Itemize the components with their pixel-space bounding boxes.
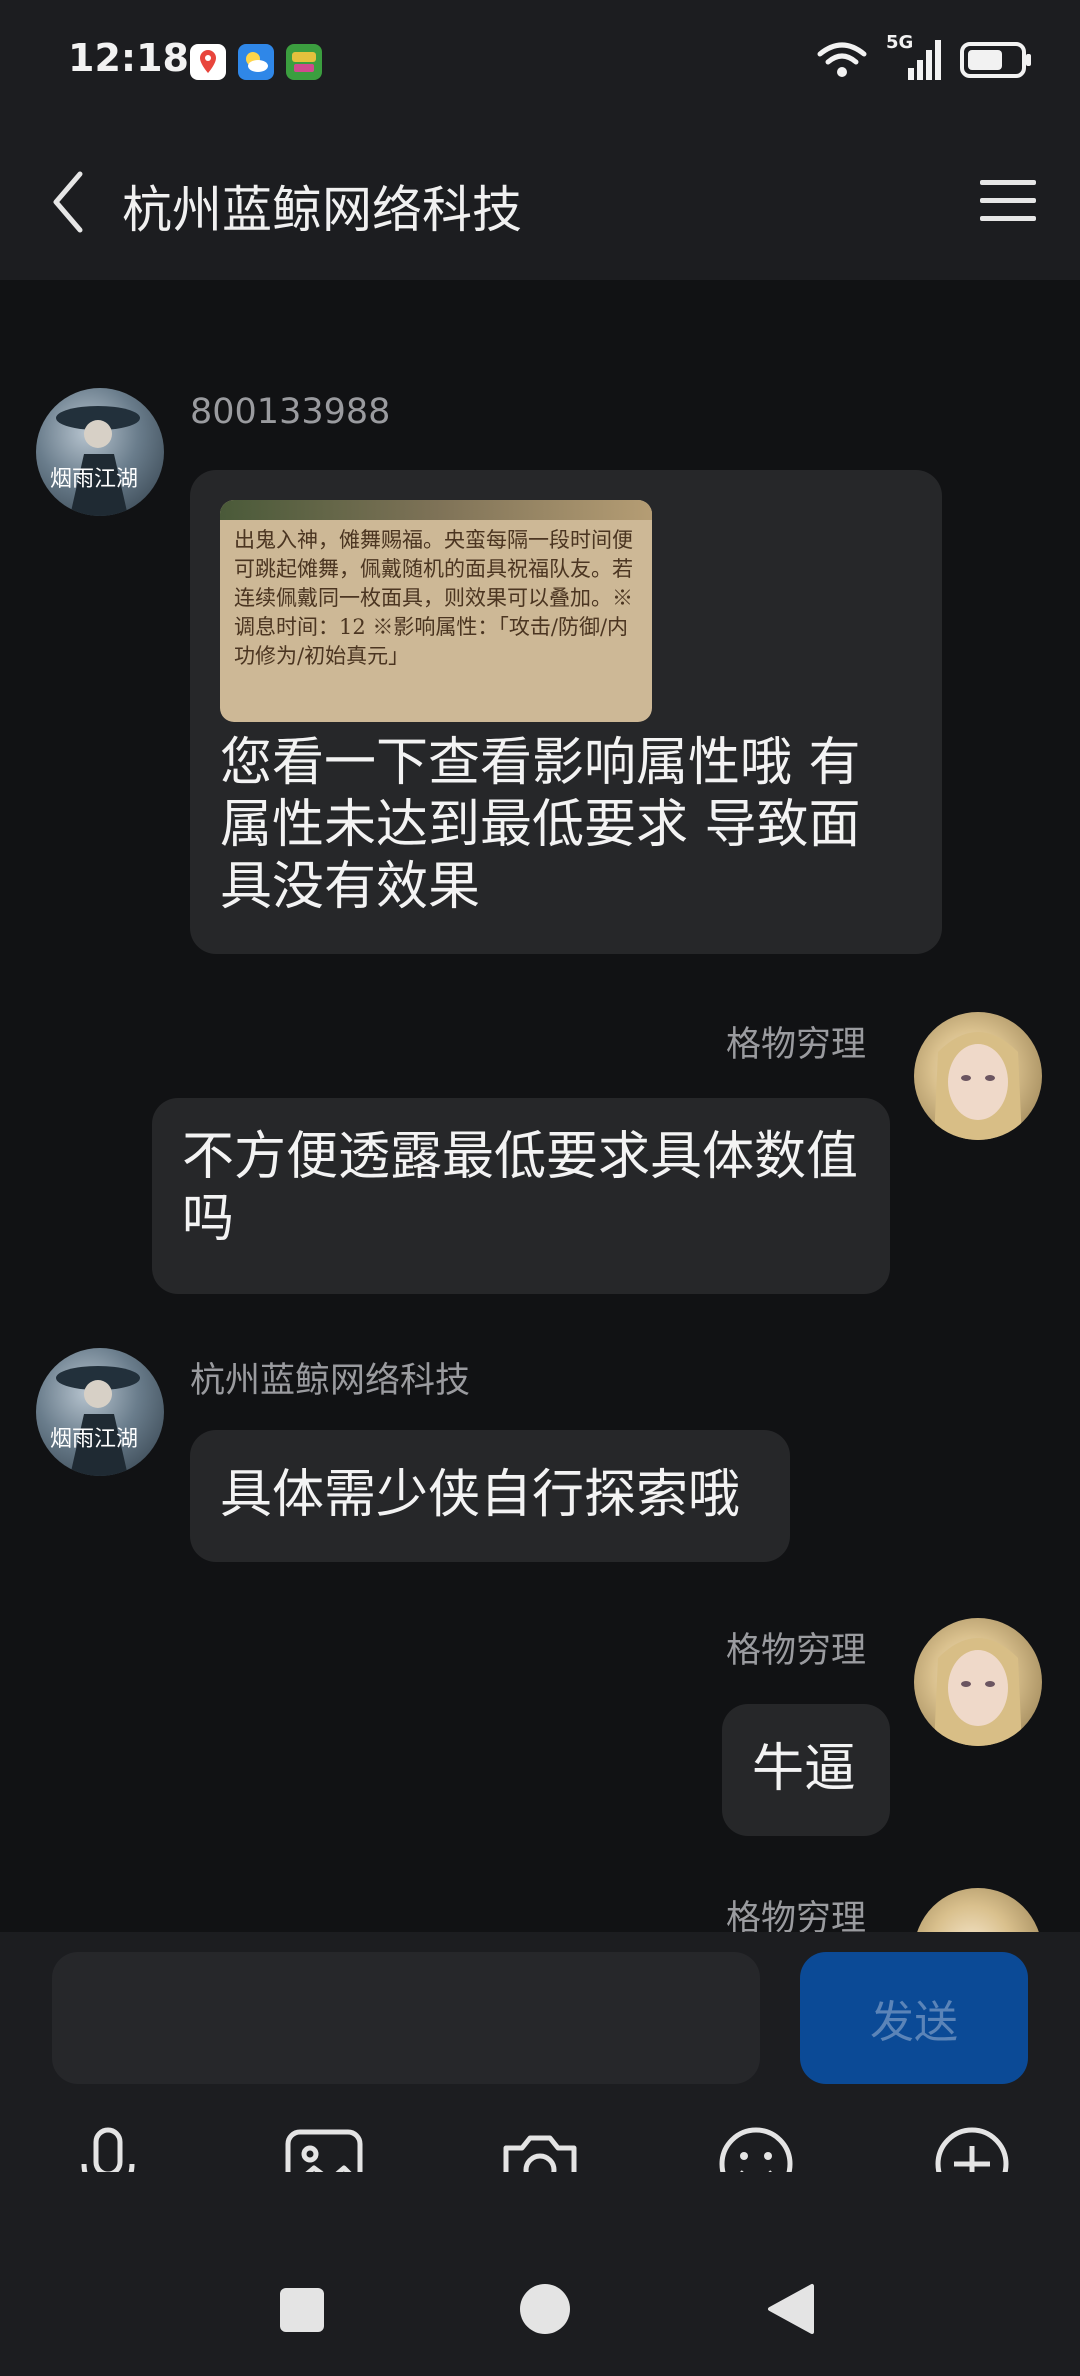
sender-name: 格物穷理 bbox=[726, 1631, 867, 1671]
message-list[interactable]: 烟雨江湖 800133988 出鬼入神，傩舞赐福。央蛮每隔一段时间便可跳起傩舞，… bbox=[0, 280, 1080, 1932]
signal-icon: 5G bbox=[886, 32, 942, 82]
message-input[interactable] bbox=[52, 1952, 760, 2084]
message-bubble[interactable]: 出鬼入神，傩舞赐福。央蛮每隔一段时间便可跳起傩舞，佩戴随机的面具祝福队友。若连续… bbox=[190, 470, 942, 954]
back-icon[interactable] bbox=[764, 2282, 818, 2340]
weather-app-icon bbox=[238, 44, 274, 80]
system-nav-bar bbox=[0, 2172, 1080, 2376]
composer: 发送 bbox=[0, 1932, 1080, 2202]
message-text: 牛逼 bbox=[752, 1739, 857, 1799]
wifi-icon bbox=[817, 42, 867, 77]
message-bubble[interactable]: 牛逼 bbox=[722, 1704, 890, 1836]
network-type: 5G bbox=[886, 32, 914, 53]
avatar[interactable] bbox=[914, 1618, 1042, 1746]
sender-name: 800133988 bbox=[190, 392, 391, 432]
avatar[interactable]: 烟雨江湖 bbox=[36, 1348, 164, 1476]
image-attachment[interactable]: 出鬼入神，傩舞赐福。央蛮每隔一段时间便可跳起傩舞，佩戴随机的面具祝福队友。若连续… bbox=[220, 500, 652, 722]
svg-text:烟雨江湖: 烟雨江湖 bbox=[50, 467, 138, 492]
hamburger-menu-icon[interactable] bbox=[976, 170, 1040, 230]
sender-name: 格物穷理 bbox=[726, 1025, 867, 1065]
avatar[interactable] bbox=[914, 1012, 1042, 1140]
avatar[interactable]: 烟雨江湖 bbox=[36, 388, 164, 516]
image-caption-text: 出鬼入神，傩舞赐福。央蛮每隔一段时间便可跳起傩舞，佩戴随机的面具祝福队友。若连续… bbox=[234, 528, 633, 668]
message-bubble[interactable]: 具体需少侠自行探索哦 bbox=[190, 1430, 790, 1562]
message-text: 具体需少侠自行探索哦 bbox=[220, 1465, 741, 1525]
chat-title: 杭州蓝鲸网络科技 bbox=[122, 181, 522, 239]
sender-name: 杭州蓝鲸网络科技 bbox=[190, 1361, 471, 1401]
svg-text:烟雨江湖: 烟雨江湖 bbox=[50, 1427, 138, 1452]
home-icon[interactable] bbox=[518, 2282, 572, 2340]
message-text: 不方便透露最低要求具体数值吗 bbox=[182, 1127, 859, 1249]
chevron-left-icon[interactable] bbox=[40, 162, 100, 242]
message-bubble[interactable]: 不方便透露最低要求具体数值吗 bbox=[152, 1098, 890, 1294]
status-time: 12:18 bbox=[68, 36, 189, 80]
message-text: 您看一下查看影响属性哦 有属性未达到最低要求 导致面具没有效果 bbox=[220, 733, 861, 917]
status-bar: 12:18 5G bbox=[0, 0, 1080, 122]
game-app-icon bbox=[286, 44, 322, 80]
send-button[interactable]: 发送 bbox=[800, 1952, 1028, 2084]
battery-icon bbox=[960, 42, 1031, 78]
map-pin-app-icon bbox=[190, 44, 226, 80]
sender-name: 格物穷理 bbox=[726, 1899, 867, 1932]
avatar[interactable] bbox=[914, 1888, 1042, 1932]
recent-apps-icon[interactable] bbox=[278, 2286, 326, 2338]
chat-header: 杭州蓝鲸网络科技 bbox=[0, 122, 1080, 280]
